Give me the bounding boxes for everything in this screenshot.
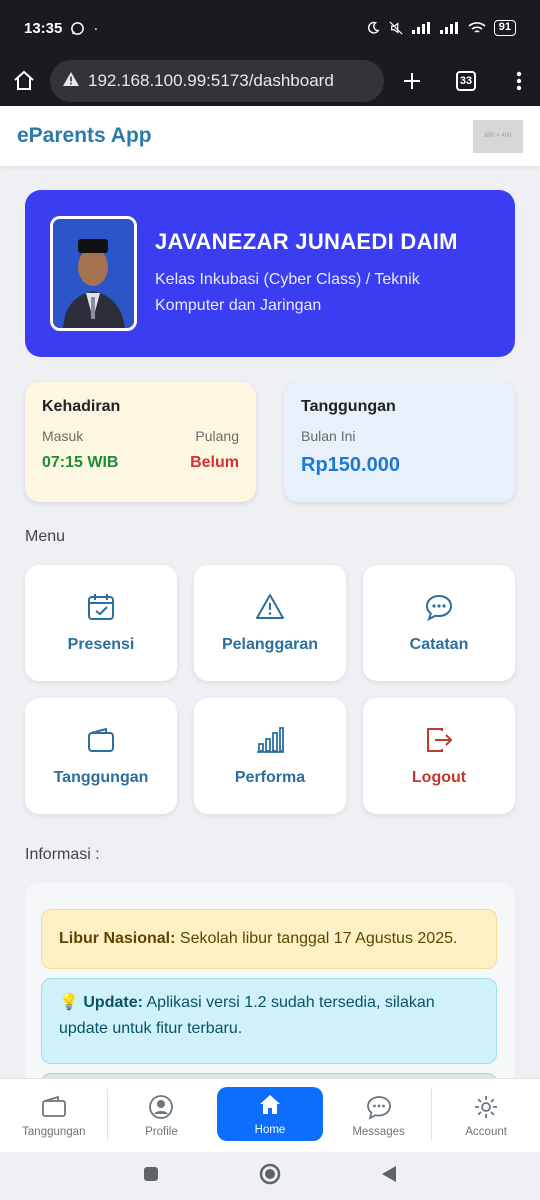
menu-logout[interactable]: Logout bbox=[363, 698, 515, 814]
class-line-2: Komputer dan Jaringan bbox=[155, 296, 322, 314]
home-circle-icon[interactable] bbox=[259, 1163, 281, 1190]
alert-text: Sekolah libur tanggal 17 Agustus 2025. bbox=[175, 930, 458, 947]
gear-icon bbox=[475, 1095, 498, 1118]
menu-label: Pelanggaran bbox=[221, 636, 319, 653]
wallet-icon bbox=[88, 727, 114, 752]
home-icon bbox=[259, 1095, 280, 1114]
holiday-alert: Libur Nasional: Sekolah libur tanggal 17… bbox=[41, 909, 497, 969]
menu-label: Presensi bbox=[67, 636, 135, 653]
more-menu-icon[interactable] bbox=[516, 71, 522, 91]
back-icon[interactable] bbox=[381, 1165, 397, 1188]
info-section-title: Informasi : bbox=[25, 846, 100, 863]
check-in-label: Masuk bbox=[42, 428, 84, 444]
nav-label: Home bbox=[254, 1124, 286, 1136]
menu-label: Performa bbox=[234, 769, 306, 786]
menu-label: Tanggungan bbox=[53, 769, 149, 786]
student-profile-card: JAVANEZAR JUNAEDI DAIM Kelas Inkubasi (C… bbox=[25, 190, 515, 357]
student-photo bbox=[50, 216, 137, 331]
chat-dots-icon bbox=[425, 594, 453, 621]
url-text: 192.168.100.99:5173/dashboard bbox=[88, 71, 334, 90]
home-browser-icon[interactable] bbox=[12, 69, 36, 93]
nav-home[interactable]: Home bbox=[217, 1087, 323, 1141]
nav-label: Profile bbox=[145, 1125, 178, 1138]
signal-icon-2 bbox=[439, 22, 458, 34]
info-panel: Libur Nasional: Sekolah libur tanggal 17… bbox=[25, 883, 515, 1093]
nav-label: Messages bbox=[352, 1125, 405, 1138]
app-header: eParents App 600 × 400 bbox=[0, 106, 540, 166]
moon-icon bbox=[367, 21, 380, 34]
menu-label: Logout bbox=[411, 769, 467, 786]
bill-amount: Rp150.000 bbox=[301, 454, 400, 476]
alert-title: Update: bbox=[83, 994, 143, 1011]
bill-card[interactable]: Tanggungan Bulan Ini Rp150.000 bbox=[284, 382, 515, 502]
nav-profile[interactable]: Profile bbox=[108, 1079, 216, 1152]
whatsapp-icon bbox=[71, 21, 85, 35]
nav-label: Tanggungan bbox=[22, 1125, 86, 1138]
app-brand[interactable]: eParents App bbox=[17, 124, 152, 148]
bottom-navigation: Tanggungan Profile Home Messages Account bbox=[0, 1078, 540, 1152]
menu-label: Catatan bbox=[409, 636, 469, 653]
recents-icon[interactable] bbox=[143, 1166, 159, 1187]
nav-tanggungan[interactable]: Tanggungan bbox=[0, 1079, 108, 1152]
nav-messages[interactable]: Messages bbox=[325, 1079, 433, 1152]
menu-tanggungan[interactable]: Tanggungan bbox=[25, 698, 177, 814]
status-time: 13:35 bbox=[24, 19, 63, 37]
check-out-value: Belum bbox=[190, 454, 239, 471]
wallet-icon bbox=[41, 1095, 66, 1117]
browser-toolbar: 192.168.100.99:5173/dashboard 33 bbox=[0, 56, 540, 106]
menu-pelanggaran[interactable]: Pelanggaran bbox=[194, 565, 346, 681]
class-line-1: Kelas Inkubasi (Cyber Class) / Teknik bbox=[155, 270, 420, 288]
update-alert: 💡 Update: Aplikasi versi 1.2 sudah terse… bbox=[41, 978, 497, 1064]
user-circle-icon bbox=[149, 1094, 174, 1119]
mute-icon bbox=[389, 21, 403, 35]
bill-period: Bulan Ini bbox=[301, 428, 356, 444]
menu-catatan[interactable]: Catatan bbox=[363, 565, 515, 681]
nav-account[interactable]: Account bbox=[432, 1079, 540, 1152]
bar-chart-icon bbox=[257, 727, 284, 753]
warning-icon bbox=[62, 71, 80, 92]
tab-count-button[interactable]: 33 bbox=[456, 71, 476, 91]
wifi-icon bbox=[468, 22, 486, 33]
logo-placeholder: 600 × 400 bbox=[473, 119, 523, 153]
logout-icon bbox=[427, 728, 453, 752]
check-in-value: 07:15 WIB bbox=[42, 454, 119, 471]
signal-icon bbox=[411, 22, 430, 34]
alert-title: Libur Nasional: bbox=[59, 930, 176, 947]
attendance-title: Kehadiran bbox=[42, 398, 121, 415]
bill-title: Tanggungan bbox=[301, 398, 396, 415]
new-tab-icon[interactable] bbox=[402, 71, 422, 91]
address-bar[interactable]: 192.168.100.99:5173/dashboard bbox=[50, 60, 384, 102]
menu-section-title: Menu bbox=[25, 528, 66, 545]
nav-label: Account bbox=[465, 1125, 507, 1138]
student-class: Kelas Inkubasi (Cyber Class) / Teknik Ko… bbox=[155, 267, 458, 319]
calendar-check-icon bbox=[88, 594, 114, 620]
student-name: JAVANEZAR JUNAEDI DAIM bbox=[155, 228, 458, 254]
menu-presensi[interactable]: Presensi bbox=[25, 565, 177, 681]
check-out-label: Pulang bbox=[195, 428, 239, 444]
chat-dots-icon bbox=[366, 1095, 391, 1120]
system-navigation bbox=[0, 1152, 540, 1200]
attendance-card[interactable]: Kehadiran Masuk Pulang 07:15 WIB Belum bbox=[25, 382, 256, 502]
lightbulb-icon: 💡 bbox=[59, 994, 79, 1011]
warning-triangle-icon bbox=[256, 594, 284, 619]
dot-icon: · bbox=[93, 19, 99, 37]
status-bar: 13:35 · 91 bbox=[0, 0, 540, 56]
menu-performa[interactable]: Performa bbox=[194, 698, 346, 814]
battery-indicator: 91 bbox=[493, 20, 516, 36]
